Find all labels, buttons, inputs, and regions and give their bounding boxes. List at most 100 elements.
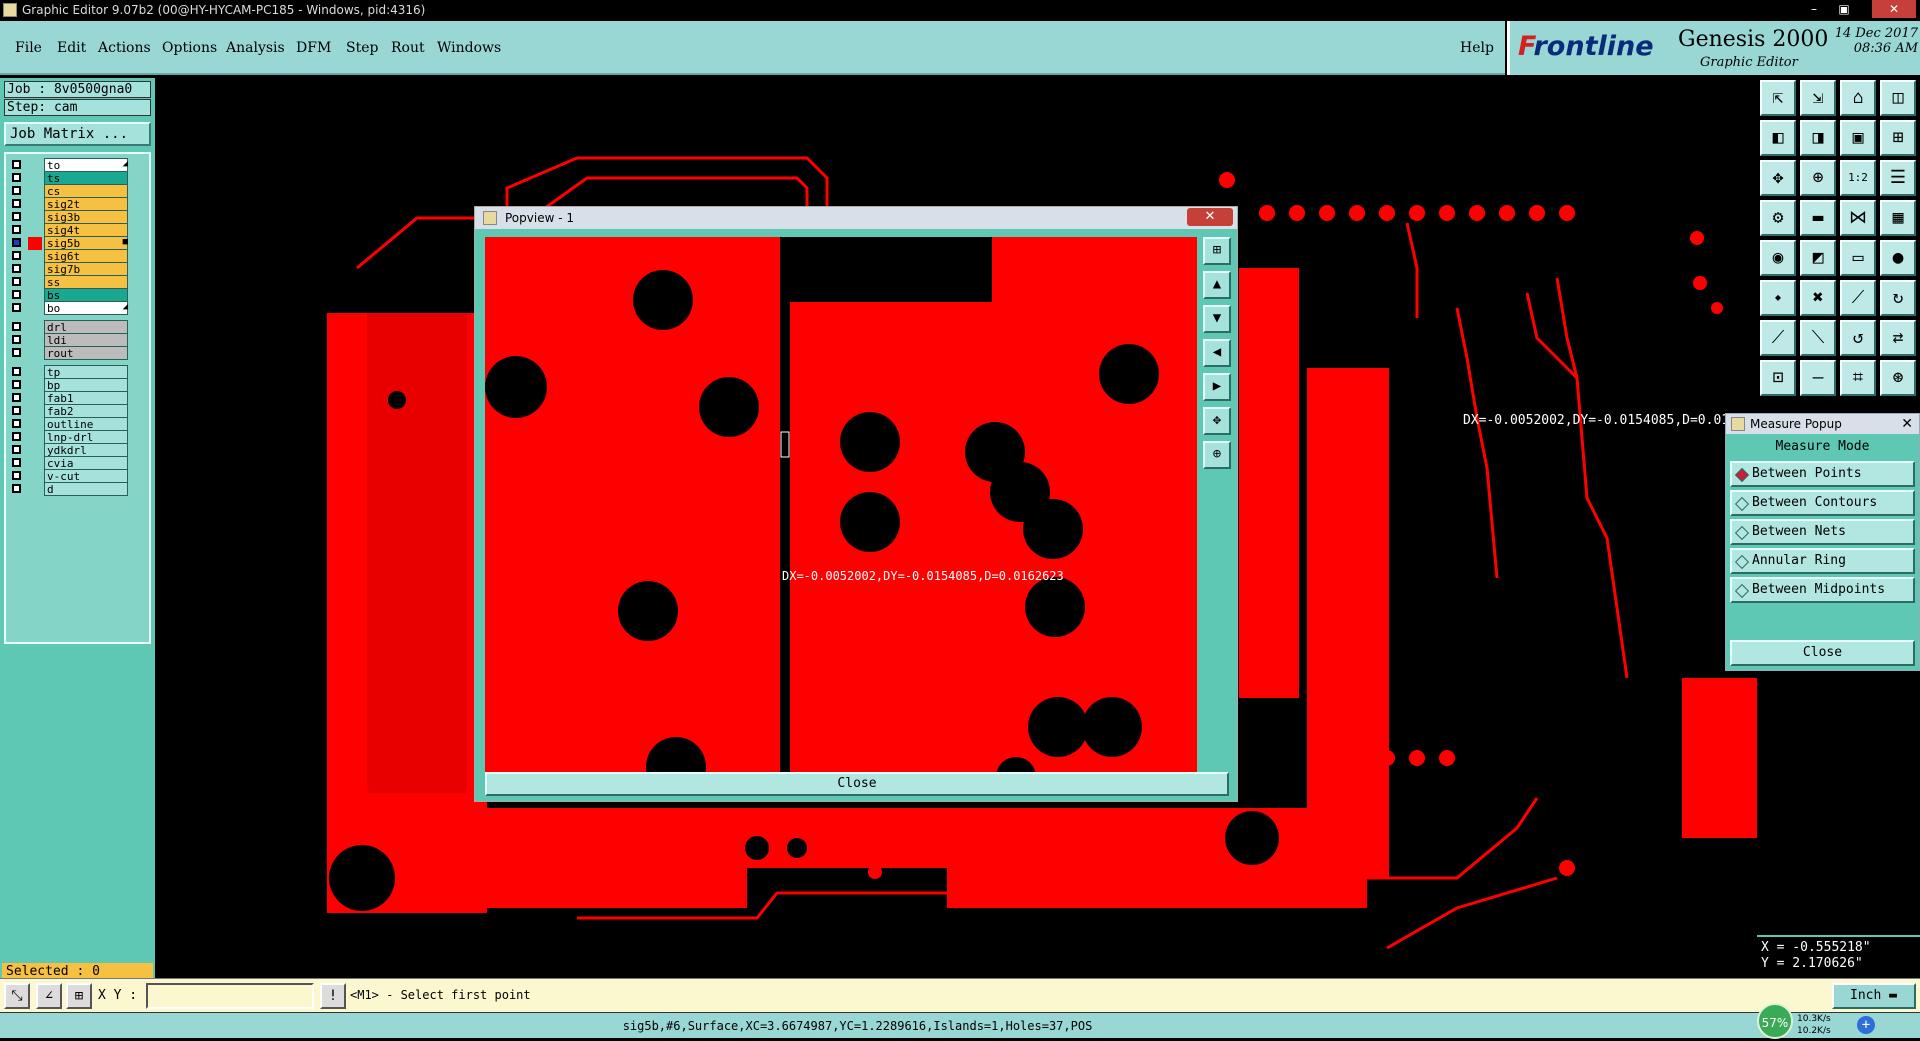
layer-checkbox[interactable] <box>12 348 21 357</box>
popview-close-button[interactable]: Close <box>485 772 1229 796</box>
menu-edit[interactable]: Edit <box>57 40 86 56</box>
layer-checkbox[interactable] <box>12 432 21 441</box>
layer-name[interactable]: rout <box>44 346 128 360</box>
measure-icon[interactable]: ⬩ <box>1760 280 1796 316</box>
layer-name[interactable]: sig7b <box>44 262 128 276</box>
cut-icon[interactable]: ― <box>1800 360 1836 396</box>
layer-checkbox[interactable] <box>12 225 21 234</box>
layer-checkbox[interactable] <box>12 393 21 402</box>
hole-icon[interactable]: ⊛ <box>1880 360 1916 396</box>
layer-name[interactable]: v-cut <box>44 469 128 483</box>
snap-icon[interactable]: ⚙ <box>1760 200 1796 236</box>
layer-checkbox[interactable] <box>12 199 21 208</box>
zoom-area-icon[interactable]: ▣ <box>1840 120 1876 156</box>
grid-mode-icon[interactable]: ⊞ <box>66 983 92 1009</box>
pv-right-icon[interactable]: ▶ <box>1203 373 1231 401</box>
layer-checkbox[interactable] <box>12 173 21 182</box>
layer-checkbox[interactable] <box>12 380 21 389</box>
layer-checkbox[interactable] <box>12 445 21 454</box>
pv-fit-icon[interactable]: ✥ <box>1203 407 1231 435</box>
layer-name[interactable]: fab2 <box>44 404 128 418</box>
layer-name[interactable]: sig2t <box>44 197 128 211</box>
menu-step[interactable]: Step <box>346 40 378 56</box>
scale-icon[interactable]: 1:2 <box>1840 160 1876 196</box>
zoom-back-icon[interactable]: ⇲ <box>1800 80 1836 116</box>
layer-checkbox[interactable] <box>12 419 21 428</box>
layer-name[interactable]: bs <box>44 288 128 302</box>
job-matrix-button[interactable]: Job Matrix ... <box>4 122 151 146</box>
fit-icon[interactable]: ✥ <box>1760 160 1796 196</box>
polygon-icon[interactable]: ◩ <box>1800 240 1836 276</box>
popview-canvas[interactable]: DX=-0.0052002,DY=-0.0154085,D=0.0162623 <box>485 237 1197 772</box>
feature-icon[interactable]: ▬ <box>1800 200 1836 236</box>
snap-mode-icon[interactable]: ⤡ <box>4 983 30 1009</box>
layer-checkbox[interactable] <box>12 322 21 331</box>
connect-icon[interactable]: ▦ <box>1880 200 1916 236</box>
option-annular-ring[interactable]: Annular Ring <box>1730 548 1915 574</box>
option-between-nets[interactable]: Between Nets <box>1730 519 1915 545</box>
angle-mode-icon[interactable]: ∠ <box>36 983 62 1009</box>
display-icon[interactable]: ▭ <box>1840 240 1876 276</box>
measure-close-button[interactable]: Close <box>1730 640 1915 666</box>
home-icon[interactable]: ⌂ <box>1840 80 1876 116</box>
menu-windows[interactable]: Windows <box>437 40 501 56</box>
layer-name[interactable]: drl <box>44 320 128 334</box>
layer-name[interactable]: d <box>44 482 128 496</box>
layer-row-rout[interactable]: rout <box>8 346 131 361</box>
layer-checkbox[interactable] <box>12 303 21 312</box>
minimize-button[interactable]: – <box>1800 0 1828 18</box>
pan-left-icon[interactable]: ◧ <box>1760 120 1796 156</box>
layer-row-d[interactable]: d <box>8 482 131 497</box>
pan-right-icon[interactable]: ◨ <box>1800 120 1836 156</box>
layer-checkbox[interactable] <box>12 471 21 480</box>
layer-name[interactable]: cs <box>44 184 128 198</box>
layer-checkbox[interactable] <box>12 406 21 415</box>
layer-name[interactable]: outline <box>44 417 128 431</box>
layer-checkbox[interactable] <box>12 484 21 493</box>
layer-name[interactable]: ldi <box>44 333 128 347</box>
cross-icon[interactable]: ✖ <box>1800 280 1836 316</box>
layer-checkbox[interactable] <box>12 458 21 467</box>
measure-close-icon[interactable]: ✕ <box>1901 414 1913 434</box>
layer-name[interactable]: sig6t <box>44 249 128 263</box>
option-between-contours[interactable]: Between Contours <box>1730 490 1915 516</box>
pv-left-icon[interactable]: ◀ <box>1203 339 1231 367</box>
line-icon[interactable]: ⟋ <box>1760 320 1796 356</box>
popview-close-icon[interactable]: ✕ <box>1187 208 1233 226</box>
menu-analysis[interactable]: Analysis <box>226 40 285 56</box>
close-window-button[interactable]: ✕ <box>1872 0 1916 18</box>
pv-down-icon[interactable]: ▼ <box>1203 305 1231 333</box>
layer-name[interactable]: lnp-drl <box>44 430 128 444</box>
layer-row-bo[interactable]: bo ◢ <box>8 301 131 316</box>
layer-checkbox[interactable] <box>12 367 21 376</box>
menu-actions[interactable]: Actions <box>98 40 151 56</box>
route-icon[interactable]: ↻ <box>1880 280 1916 316</box>
pv-zoom-icon[interactable]: ⊞ <box>1203 237 1231 265</box>
layer-name[interactable]: sig4t <box>44 223 128 237</box>
grid-icon[interactable]: ⊞ <box>1880 120 1916 156</box>
pv-center-icon[interactable]: ⊕ <box>1203 441 1231 469</box>
center-icon[interactable]: ⊕ <box>1800 160 1836 196</box>
layer-name[interactable]: to <box>44 158 128 172</box>
layer-name[interactable]: sig5b <box>44 236 128 250</box>
layer-name[interactable]: sig3b <box>44 210 128 224</box>
layer-name[interactable]: cvia <box>44 456 128 470</box>
zoom-home-icon[interactable]: ⇱ <box>1760 80 1796 116</box>
option-between-midpoints[interactable]: Between Midpoints <box>1730 577 1915 603</box>
link-icon[interactable]: ⟋ <box>1840 280 1876 316</box>
region-icon[interactable]: ⌗ <box>1840 360 1876 396</box>
arc-icon[interactable]: ↺ <box>1840 320 1876 356</box>
layer-checkbox[interactable] <box>12 238 21 247</box>
pad-icon[interactable]: ● <box>1880 240 1916 276</box>
layer-name[interactable]: ss <box>44 275 128 289</box>
layer-name[interactable]: ydkdrl <box>44 443 128 457</box>
layer-checkbox[interactable] <box>12 251 21 260</box>
layer-name[interactable]: bo <box>44 301 128 315</box>
network-plus-icon[interactable]: + <box>1857 1016 1875 1034</box>
info-icon[interactable]: ! <box>320 983 346 1009</box>
layer-checkbox[interactable] <box>12 264 21 273</box>
layers-icon[interactable]: ☰ <box>1880 160 1916 196</box>
select-icon[interactable]: ◉ <box>1760 240 1796 276</box>
layer-checkbox[interactable] <box>12 212 21 221</box>
split-view-icon[interactable]: ◫ <box>1880 80 1916 116</box>
